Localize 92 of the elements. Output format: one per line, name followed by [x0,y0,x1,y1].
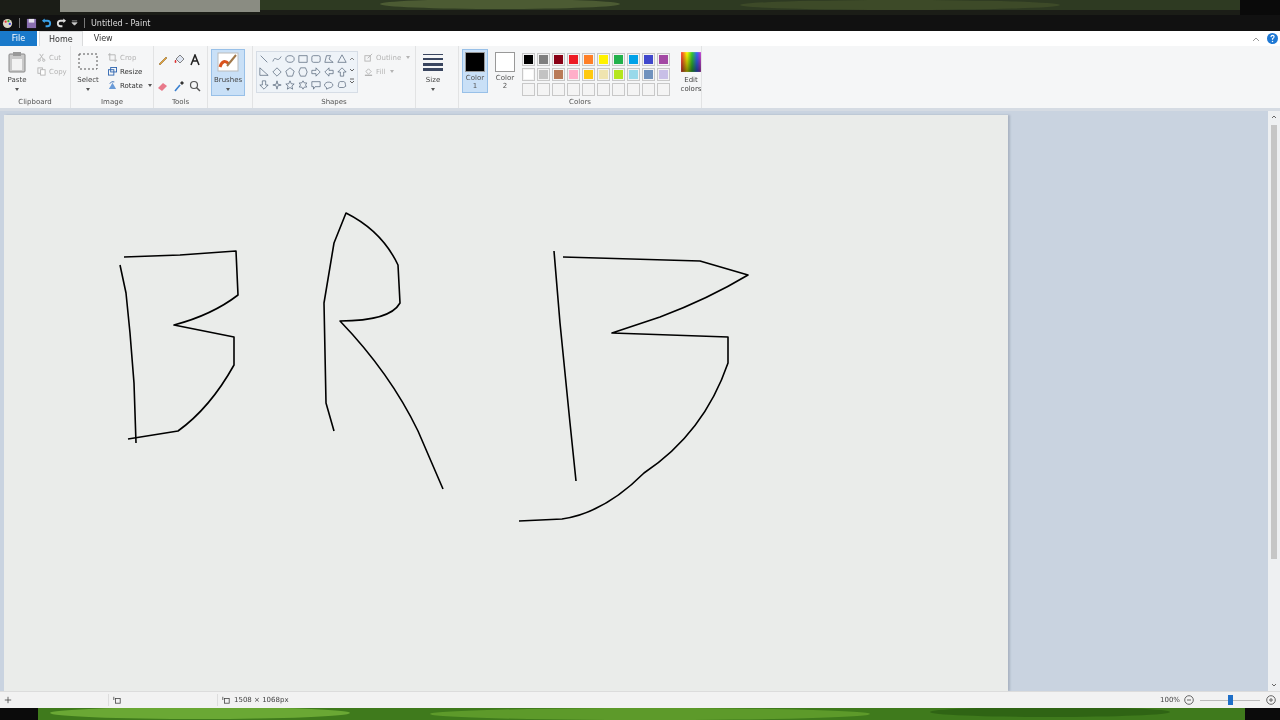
empty-swatch[interactable] [627,83,640,96]
cloud-callout-icon[interactable] [337,80,347,90]
four-point-star-icon[interactable] [272,80,282,90]
dropdown-icon[interactable] [71,19,78,27]
image-size-icon [222,696,230,704]
empty-swatch[interactable] [657,83,670,96]
palette-swatch[interactable] [642,53,655,66]
empty-swatch[interactable] [582,83,595,96]
fill-bucket-icon[interactable] [173,54,185,66]
palette-swatch[interactable] [567,68,580,81]
pentagon-icon[interactable] [285,67,295,77]
copy-icon [37,67,46,76]
oval-callout-icon[interactable] [324,80,334,90]
scroll-down-icon[interactable] [1270,681,1278,689]
dashed-rectangle-icon [77,51,99,73]
scroll-up-icon[interactable] [1270,113,1278,121]
triangle-icon[interactable] [337,54,347,64]
vertical-scrollbar[interactable] [1268,111,1280,691]
crop-icon [108,53,117,62]
palette-swatch[interactable] [657,53,670,66]
palette-swatch[interactable] [642,68,655,81]
zoom-in-icon[interactable] [1266,695,1276,705]
empty-swatch[interactable] [537,83,550,96]
caret-icon [431,88,435,91]
color-spectrum-icon [680,51,702,73]
empty-swatch[interactable] [522,83,535,96]
fill-icon [364,67,373,76]
diamond-icon[interactable] [272,67,282,77]
palette-swatch[interactable] [612,68,625,81]
caret-icon [86,88,90,91]
caret-icon [226,88,231,91]
caret-icon [15,88,19,91]
empty-swatch[interactable] [612,83,625,96]
caret-icon [406,56,411,59]
ribbon-tab[interactable]: Home [39,31,83,46]
palette-swatch[interactable] [522,68,535,81]
palette-swatch[interactable] [552,68,565,81]
ribbon-tab[interactable]: File [0,31,37,46]
empty-swatch[interactable] [567,83,580,96]
palette-swatch[interactable] [582,68,595,81]
move-cursor-icon [4,696,12,704]
expand-icon[interactable] [349,76,355,86]
palette-swatch[interactable] [612,53,625,66]
callout-icon[interactable] [311,80,321,90]
clipboard-icon [6,51,28,73]
help-icon[interactable] [1267,33,1278,44]
ribbon-tab[interactable]: View [84,31,122,46]
left-arrow-icon[interactable] [324,67,334,77]
hexagon-icon[interactable] [298,67,308,77]
caret-icon [390,70,395,73]
rectangle-icon[interactable] [298,54,308,64]
empty-swatch[interactable] [597,83,610,96]
rotate-icon [108,81,117,90]
zoom-out-icon[interactable] [1184,695,1194,705]
empty-swatch[interactable] [552,83,565,96]
right-arrow-icon[interactable] [311,67,321,77]
caret-icon [147,84,152,87]
palette-swatch[interactable] [597,68,610,81]
paintbrush-icon [217,51,240,73]
resize-icon [108,67,117,76]
palette-swatch[interactable] [567,53,580,66]
palette-swatch[interactable] [537,68,550,81]
palette-swatch[interactable] [627,68,640,81]
palette-swatch[interactable] [657,68,670,81]
save-icon[interactable] [26,17,37,29]
redo-icon[interactable] [56,17,67,29]
palette-swatch[interactable] [597,53,610,66]
polygon-icon[interactable] [324,54,334,64]
window-title: Untitled - Paint [91,18,151,28]
palette-swatch[interactable] [552,53,565,66]
text-icon[interactable] [189,54,201,66]
empty-swatch[interactable] [642,83,655,96]
palette-swatch[interactable] [582,53,595,66]
up-arrow-icon[interactable] [337,67,347,77]
outline-icon [364,53,373,62]
selection-size-icon [113,696,121,704]
magnifier-icon[interactable] [189,79,201,92]
palette-swatch[interactable] [627,53,640,66]
curve-icon[interactable] [272,54,282,64]
paint-palette-icon[interactable] [2,17,13,29]
line-width-icon [422,51,444,73]
six-point-star-icon[interactable] [298,80,308,90]
down-arrow-icon[interactable] [259,80,269,90]
right-triangle-icon[interactable] [259,67,269,77]
palette-swatch[interactable] [522,53,535,66]
undo-icon[interactable] [41,17,52,29]
star-icon[interactable] [285,80,295,90]
palette-swatch[interactable] [537,53,550,66]
color-picker-icon[interactable] [173,79,185,92]
line-icon[interactable] [259,54,269,64]
scissors-icon [37,53,46,62]
pencil-icon[interactable] [157,54,169,66]
